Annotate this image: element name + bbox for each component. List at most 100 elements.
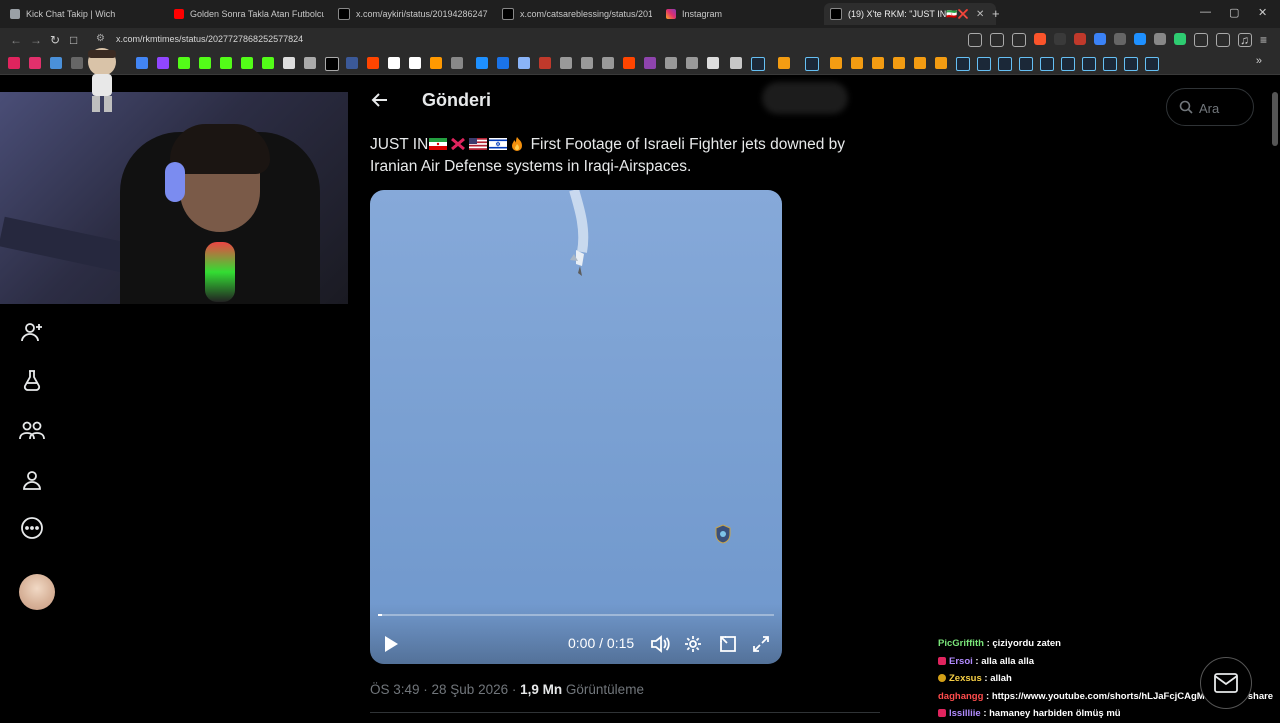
bookmark-icon[interactable]: □ <box>70 33 77 47</box>
bookmark-steam-icon[interactable] <box>1040 57 1054 71</box>
bookmark-kick-icon[interactable] <box>178 57 190 69</box>
back-nav-icon[interactable]: ← <box>10 33 22 47</box>
share-icon[interactable] <box>1012 33 1026 47</box>
bookmark-icon[interactable] <box>50 57 62 69</box>
bookmark-icon[interactable] <box>388 57 400 69</box>
tab-x-cats[interactable]: x.com/catsareblessing/status/201144 <box>502 3 652 25</box>
bookmark-icon[interactable] <box>893 57 905 69</box>
bookmark-icon[interactable] <box>914 57 926 69</box>
bookmark-instagram-icon[interactable] <box>29 57 41 69</box>
bookmark-icon[interactable] <box>602 57 614 69</box>
bookmark-icon[interactable] <box>283 57 295 69</box>
picture-in-picture-icon[interactable] <box>718 634 738 654</box>
bookmark-icon[interactable] <box>686 57 698 69</box>
bookmark-icon[interactable] <box>665 57 677 69</box>
bookmark-icon[interactable] <box>346 57 358 69</box>
bookmark-icon[interactable] <box>262 57 274 69</box>
bookmark-steam-icon[interactable] <box>956 57 970 71</box>
bookmark-steam-icon[interactable] <box>1082 57 1096 71</box>
bookmark-icon[interactable] <box>707 57 719 69</box>
bookmark-icon[interactable] <box>241 57 253 69</box>
bookmark-steam-icon[interactable] <box>805 57 819 71</box>
bookmark-kick-icon[interactable] <box>220 57 232 69</box>
bookmark-icon[interactable] <box>851 57 863 69</box>
tweet-timestamp[interactable]: ÖS 3:49 · 28 Şub 2026 · <box>370 682 516 697</box>
bookmark-icon[interactable] <box>518 57 530 69</box>
extension-icon[interactable] <box>1074 33 1086 45</box>
bookmark-steam-icon[interactable] <box>1124 57 1138 71</box>
cast-icon[interactable] <box>990 33 1004 47</box>
extension-icon[interactable] <box>1154 33 1166 45</box>
bookmark-steam-icon[interactable] <box>1103 57 1117 71</box>
zoom-icon[interactable] <box>968 33 982 47</box>
forward-nav-icon[interactable]: → <box>30 33 42 47</box>
settings-icon[interactable] <box>683 634 703 654</box>
messages-button[interactable] <box>1200 657 1252 709</box>
menu-icon[interactable]: ≡ <box>1260 33 1267 47</box>
bookmark-icon[interactable] <box>497 57 509 69</box>
tab-x-aykiri[interactable]: x.com/aykiri/status/201942862471018 <box>338 3 488 25</box>
extension-icon[interactable] <box>1174 33 1186 45</box>
minimize-button[interactable]: — <box>1200 6 1211 18</box>
bookmark-icon[interactable] <box>409 57 421 69</box>
bookmark-twitch-icon[interactable] <box>157 57 169 69</box>
bookmark-steam-icon[interactable] <box>998 57 1012 71</box>
bookmark-youtube-icon[interactable] <box>8 57 20 69</box>
account-avatar[interactable] <box>19 574 55 610</box>
bookmark-icon[interactable] <box>872 57 884 69</box>
extension-icon[interactable] <box>1114 33 1126 45</box>
site-info-icon[interactable]: ⚙ <box>96 33 105 44</box>
reload-icon[interactable]: ↻ <box>50 33 60 47</box>
bookmark-icon[interactable] <box>476 57 488 69</box>
tab-x-rkm-active[interactable]: (19) X'te RKM: "JUST IN🇮🇷❌🇺🇸🇮🇱🔥 First Fo… <box>824 3 996 25</box>
new-tab-button[interactable]: + <box>992 6 1000 21</box>
bookmark-steam-icon[interactable] <box>1061 57 1075 71</box>
media-icon[interactable]: ♫ <box>1240 33 1249 47</box>
bookmark-drive-icon[interactable] <box>136 57 148 69</box>
lab-icon[interactable] <box>18 366 46 394</box>
bookmark-x-icon[interactable] <box>325 57 339 71</box>
follow-icon[interactable] <box>18 318 46 346</box>
search-input[interactable]: Ara <box>1166 88 1254 126</box>
tab-youtube[interactable]: Golden Sonra Takla Atan Futbolcular <box>174 3 324 25</box>
extension-icon[interactable] <box>1134 33 1146 45</box>
communities-icon[interactable] <box>18 416 46 444</box>
bookmark-icon[interactable] <box>560 57 572 69</box>
bookmark-folder-icon[interactable] <box>730 57 742 69</box>
bookmark-icon[interactable] <box>830 57 842 69</box>
video-player[interactable]: 0:00 / 0:15 <box>370 190 782 664</box>
bookmark-steam-icon[interactable] <box>1145 57 1159 71</box>
bookmark-icon[interactable] <box>935 57 947 69</box>
more-icon[interactable] <box>18 514 46 542</box>
bookmark-icon[interactable] <box>644 57 656 69</box>
close-window-button[interactable]: ✕ <box>1258 6 1267 19</box>
bookmark-steam-icon[interactable] <box>1019 57 1033 71</box>
bookmark-icon[interactable] <box>451 57 463 69</box>
bookmark-reddit-icon[interactable] <box>367 57 379 69</box>
close-tab-icon[interactable]: ✕ <box>976 9 984 20</box>
tab-kick-chat[interactable]: Kick Chat Takip | Wich <box>10 3 160 25</box>
video-progress-bar[interactable] <box>378 614 774 616</box>
maximize-button[interactable]: ▢ <box>1229 6 1239 19</box>
bookmarks-more-button[interactable]: » <box>1256 55 1262 67</box>
bookmark-icon[interactable] <box>539 57 551 69</box>
bookmark-kick-icon[interactable] <box>199 57 211 69</box>
bookmark-amazon-icon[interactable] <box>430 57 442 69</box>
bookmark-steam-icon[interactable] <box>751 57 765 71</box>
extension-icon[interactable] <box>1094 33 1106 45</box>
brave-shield-icon[interactable] <box>1034 33 1046 45</box>
bookmark-icon[interactable] <box>778 57 790 69</box>
tab-instagram[interactable]: Instagram <box>666 3 816 25</box>
back-arrow-icon[interactable] <box>370 90 390 110</box>
profile-icon[interactable] <box>18 466 46 494</box>
scrollbar[interactable] <box>1272 92 1278 146</box>
bookmark-steam-icon[interactable] <box>977 57 991 71</box>
play-icon[interactable] <box>381 634 401 654</box>
volume-icon[interactable] <box>650 634 670 654</box>
bookmark-icon[interactable] <box>581 57 593 69</box>
url-field[interactable]: x.com/rkmtimes/status/202772786825257782… <box>116 34 303 44</box>
bookmark-icon[interactable] <box>304 57 316 69</box>
bookmark-icon[interactable] <box>623 57 635 69</box>
puzzle-icon[interactable] <box>1194 33 1208 47</box>
fullscreen-icon[interactable] <box>751 634 771 654</box>
